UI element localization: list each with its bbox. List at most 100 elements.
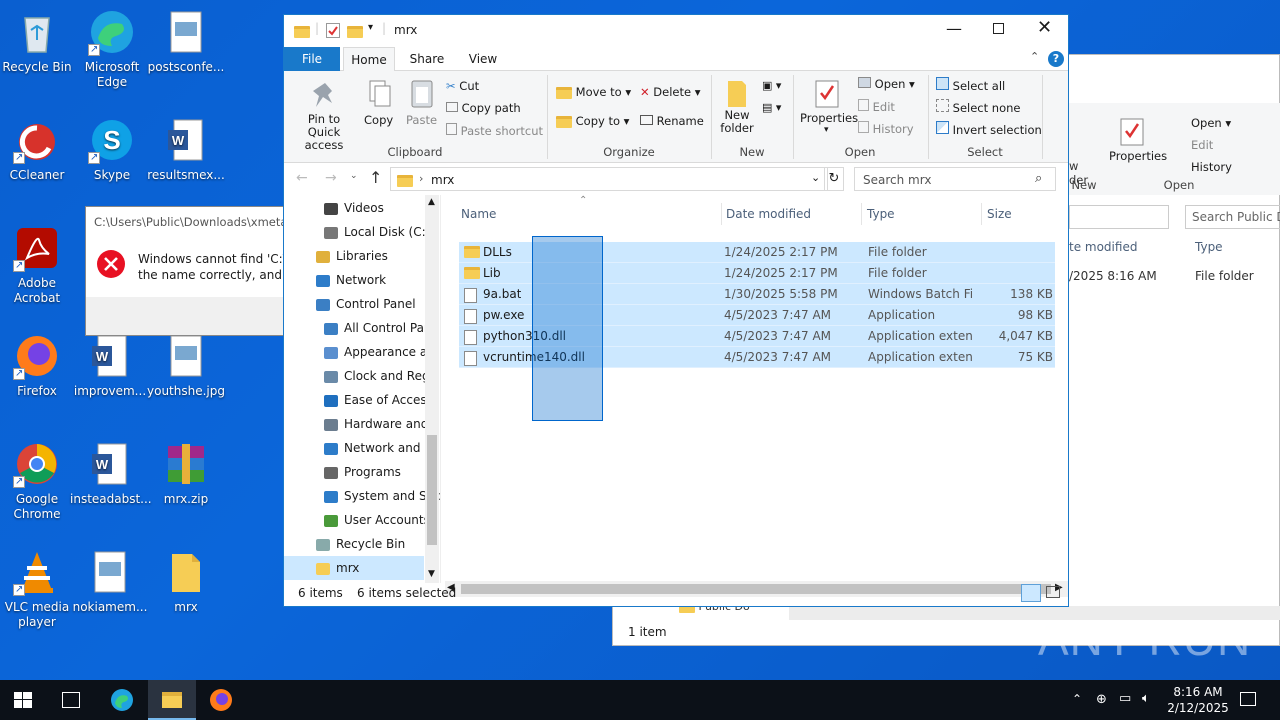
network-tray-icon[interactable]: ⊕ bbox=[1096, 692, 1107, 707]
task-view-icon[interactable] bbox=[62, 692, 80, 708]
nav-item[interactable]: Programs bbox=[324, 460, 401, 484]
move-to-button[interactable]: Move to ▾ bbox=[556, 85, 631, 99]
nav-item[interactable]: Appearance an bbox=[324, 340, 435, 364]
desktop-icon-firefox[interactable]: Firefox bbox=[0, 332, 77, 399]
desktop-icon-insteadabst[interactable]: W insteadabst... bbox=[70, 440, 152, 507]
details-view-icon[interactable] bbox=[1021, 584, 1041, 602]
rename-button[interactable]: Rename bbox=[640, 114, 704, 128]
title-bar[interactable]: | ▾ | mrx — ✕ bbox=[284, 15, 1068, 47]
properties-quick-icon[interactable] bbox=[326, 23, 340, 38]
maximize-icon[interactable] bbox=[993, 23, 1004, 34]
new-folder-button[interactable]: New folder bbox=[720, 109, 754, 135]
properties-button[interactable]: Properties bbox=[800, 111, 858, 125]
firefox-taskbar-icon[interactable] bbox=[209, 688, 233, 712]
column-header-name[interactable]: Name bbox=[461, 203, 496, 225]
column-header-size[interactable]: Size bbox=[981, 203, 1012, 225]
desktop-icon-mrx-zip[interactable]: mrx.zip bbox=[146, 440, 226, 507]
desktop-icon-skype[interactable]: S Skype bbox=[72, 116, 152, 183]
copy-path-button[interactable]: Copy path bbox=[446, 101, 521, 115]
explorer-window[interactable]: | ▾ | mrx — ✕ File Home Share View ⌃ ? P… bbox=[283, 14, 1069, 607]
quick-access-dropdown-icon[interactable]: ▾ bbox=[368, 22, 373, 33]
tab-share[interactable]: Share bbox=[402, 47, 452, 71]
recent-locations-icon[interactable]: ⌄ bbox=[350, 171, 358, 181]
bg-col-type[interactable]: Type bbox=[1195, 240, 1223, 254]
nav-item[interactable]: Videos bbox=[324, 196, 384, 220]
nav-item[interactable]: Ease of Access bbox=[324, 388, 433, 412]
error-dialog[interactable]: C:\Users\Public\Downloads\xmetav Windows… bbox=[85, 206, 295, 336]
desktop-icon-chrome[interactable]: Google Chrome bbox=[0, 440, 77, 522]
address-path[interactable]: mrx bbox=[431, 173, 454, 187]
nav-item[interactable]: Clock and Regi bbox=[324, 364, 433, 388]
open-button[interactable]: Open ▾ bbox=[858, 77, 915, 91]
desktop-icon-edge[interactable]: Microsoft Edge bbox=[72, 8, 152, 90]
copy-to-button[interactable]: Copy to ▾ bbox=[556, 114, 629, 128]
nav-item[interactable]: Network and Ir bbox=[324, 436, 433, 460]
edge-taskbar-icon[interactable] bbox=[110, 688, 134, 712]
desktop-icon-recycle-bin[interactable]: Recycle Bin bbox=[0, 8, 77, 75]
bg-history-button[interactable]: History bbox=[1191, 160, 1232, 174]
search-icon[interactable]: ⌕ bbox=[1035, 171, 1042, 186]
desktop-icon-vlc[interactable]: VLC media player bbox=[0, 548, 77, 630]
nav-item[interactable]: Recycle Bin bbox=[316, 532, 405, 556]
bg-col-date[interactable]: te modified bbox=[1069, 240, 1137, 254]
address-dropdown-icon[interactable]: ⌄ bbox=[811, 171, 820, 184]
help-icon[interactable]: ? bbox=[1048, 51, 1064, 67]
desktop-icon-acrobat[interactable]: Adobe Acrobat bbox=[0, 224, 77, 306]
search-input[interactable]: Search mrx bbox=[863, 173, 931, 187]
back-icon[interactable]: ← bbox=[296, 170, 308, 186]
nav-item[interactable]: Network bbox=[316, 268, 386, 292]
nav-item[interactable]: All Control Par bbox=[324, 316, 429, 340]
minimize-icon[interactable]: — bbox=[946, 19, 962, 38]
nav-item[interactable]: Control Panel bbox=[316, 292, 416, 316]
desktop-icon-mrx[interactable]: mrx bbox=[146, 548, 226, 615]
refresh-icon[interactable]: ↻ bbox=[824, 167, 844, 191]
bg-search-input[interactable]: Search Public Do bbox=[1185, 205, 1280, 229]
display-tray-icon[interactable]: ▭ bbox=[1119, 691, 1131, 706]
clock[interactable]: 8:16 AM 2/12/2025 bbox=[1166, 684, 1230, 716]
bg-open-button[interactable]: Open ▾ bbox=[1191, 116, 1231, 130]
edit-button[interactable]: Edit bbox=[858, 99, 895, 114]
desktop-icon-youthshe[interactable]: youthshe.jpg bbox=[146, 332, 226, 399]
copy-button[interactable]: Copy bbox=[364, 113, 393, 127]
nav-item[interactable]: Local Disk (C:) bbox=[324, 220, 430, 244]
large-icons-view-icon[interactable] bbox=[1046, 586, 1060, 598]
select-none-button[interactable]: Select none bbox=[936, 99, 1020, 115]
collapse-ribbon-icon[interactable]: ⌃ bbox=[1030, 50, 1039, 63]
column-header-type[interactable]: Type bbox=[861, 203, 895, 225]
tab-home[interactable]: Home bbox=[343, 47, 395, 71]
nav-scrollbar-thumb[interactable] bbox=[427, 435, 437, 545]
nav-item[interactable]: Hardware and bbox=[324, 412, 428, 436]
volume-tray-icon[interactable]: 🔈︎ bbox=[1142, 691, 1150, 706]
paste-button[interactable]: Paste bbox=[406, 113, 437, 127]
start-icon[interactable] bbox=[14, 692, 32, 708]
explorer-taskbar-button[interactable] bbox=[148, 680, 196, 720]
nav-item[interactable]: Libraries bbox=[316, 244, 388, 268]
properties-dropdown-icon[interactable]: ▾ bbox=[824, 125, 829, 135]
bg-properties-button[interactable]: Properties bbox=[1109, 149, 1167, 163]
nav-item[interactable]: User Accounts bbox=[324, 508, 430, 532]
new-folder-quick-icon[interactable] bbox=[347, 24, 363, 38]
up-icon[interactable]: ↑ bbox=[369, 168, 382, 187]
invert-selection-button[interactable]: Invert selection bbox=[936, 121, 1042, 137]
bg-edit-button[interactable]: Edit bbox=[1191, 138, 1213, 152]
close-icon[interactable]: ✕ bbox=[1037, 17, 1052, 38]
cut-button[interactable]: ✂ Cut bbox=[446, 79, 479, 93]
tray-overflow-icon[interactable]: ⌃ bbox=[1072, 692, 1082, 706]
easy-access-icon[interactable]: ▤ ▾ bbox=[762, 101, 781, 114]
nav-item[interactable]: System and Sec bbox=[324, 484, 440, 508]
desktop-icon-resultsmex[interactable]: W resultsmex... bbox=[146, 116, 226, 183]
tab-file[interactable]: File bbox=[284, 47, 340, 71]
desktop-icon-nokiamem[interactable]: nokiamem... bbox=[70, 548, 150, 615]
nav-scrollbar[interactable]: ▲ ▼ bbox=[425, 195, 439, 583]
scroll-up-icon[interactable]: ▲ bbox=[428, 197, 435, 207]
history-button[interactable]: History bbox=[858, 121, 914, 136]
forward-icon[interactable]: → bbox=[325, 170, 337, 186]
desktop-icon-postsconfe[interactable]: postsconfe... bbox=[146, 8, 226, 75]
bg-address-bar[interactable] bbox=[1069, 205, 1169, 229]
notifications-icon[interactable] bbox=[1240, 692, 1256, 706]
column-header-date[interactable]: Date modified bbox=[721, 203, 811, 225]
nav-item[interactable]: mrx bbox=[284, 556, 424, 580]
paste-shortcut-button[interactable]: Paste shortcut bbox=[446, 123, 543, 138]
search-box[interactable]: Search mrx ⌕ bbox=[854, 167, 1056, 191]
address-bar[interactable]: › mrx ⌄ bbox=[390, 167, 828, 191]
